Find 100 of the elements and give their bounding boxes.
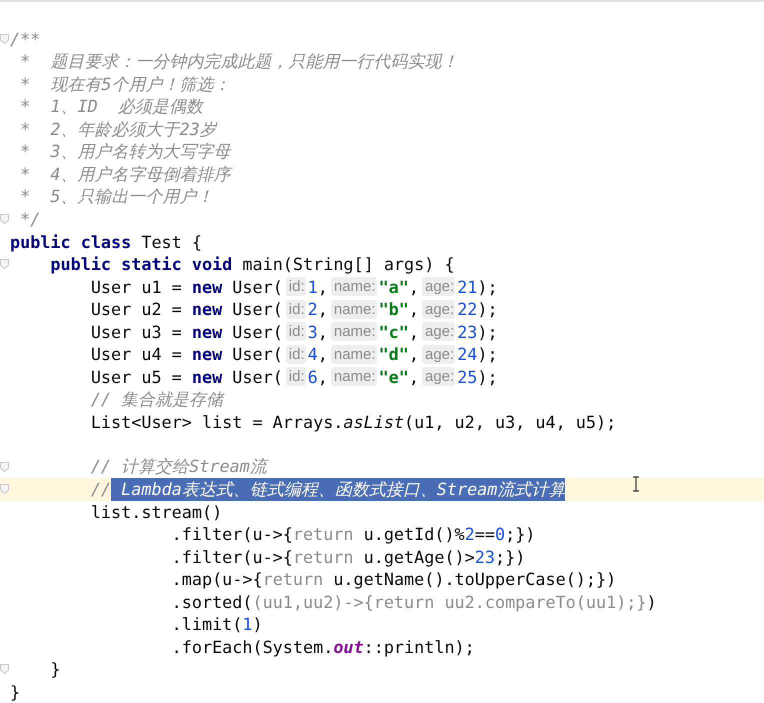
code-text: , <box>318 299 328 320</box>
method-name: asList <box>343 412 404 432</box>
fold-marker-icon[interactable] <box>0 34 9 44</box>
code-text: ;}) <box>494 546 526 567</box>
code-comment: */ <box>19 209 40 230</box>
number-literal: 3 <box>308 322 318 342</box>
code-text: User( <box>231 344 283 364</box>
number-literal: 2 <box>464 524 475 544</box>
code-text: User u1 = <box>90 276 183 297</box>
code-text: ); <box>477 299 498 320</box>
code-text: u.getName().toUpperCase();}) <box>332 569 616 590</box>
code-comment: // 计算交给Stream流 <box>90 455 267 478</box>
code-text: .filter(u->{ <box>170 546 293 567</box>
code-comment: * 5、只输出一个用户！ <box>19 185 214 208</box>
code-text: list.stream() <box>90 502 222 522</box>
code-text: } <box>10 682 20 702</box>
parameter-hint: age: <box>422 344 456 364</box>
code-text: Test { <box>140 232 202 252</box>
fold-marker-icon[interactable] <box>0 259 9 270</box>
code-comment: * 2、年龄必须大于23岁 <box>19 118 217 141</box>
number-literal: 2 <box>308 299 318 320</box>
keyword: public static void <box>49 254 232 274</box>
field-name: out <box>333 636 364 657</box>
fold-marker-icon[interactable] <box>0 214 9 224</box>
code-text: ) <box>252 614 263 634</box>
parameter-hint: id: <box>286 367 306 386</box>
keyword: public class <box>10 232 132 252</box>
parameter-hint: name: <box>330 300 377 319</box>
parameter-hint: age: <box>422 300 456 319</box>
keyword: new <box>192 366 222 387</box>
string-literal: "a" <box>378 276 409 297</box>
number-literal: 4 <box>308 344 318 364</box>
number-literal: 24 <box>457 344 478 364</box>
code-text: u.getId()% <box>362 524 465 544</box>
code-text: User( <box>231 366 283 387</box>
number-literal: 1 <box>308 276 318 297</box>
parameter-hint: id: <box>286 277 306 296</box>
keyword: new <box>192 322 222 342</box>
code-text: == <box>474 524 495 544</box>
code-text: User( <box>231 276 283 297</box>
number-literal: 21 <box>457 276 478 297</box>
code-text: User u5 = <box>90 366 183 387</box>
code-comment: /** <box>10 29 40 50</box>
code-text: return <box>292 546 354 567</box>
code-text: .map(u->{ <box>170 569 263 590</box>
parameter-hint: id: <box>286 300 306 319</box>
code-text: , <box>408 322 419 342</box>
keyword: new <box>192 299 222 320</box>
code-comment: // <box>90 479 112 500</box>
code-text: , <box>408 276 419 297</box>
parameter-hint: id: <box>286 322 306 342</box>
code-text: (u1, u2, u3, u4, u5); <box>404 412 616 432</box>
parameter-hint: name: <box>330 344 377 364</box>
keyword: new <box>192 344 222 364</box>
code-comment: * 现在有5个用户！筛选： <box>19 72 231 96</box>
code-text: , <box>408 299 419 320</box>
code-comment: * 1、ID 必须是偶数 <box>19 95 203 118</box>
fold-marker-icon[interactable] <box>0 484 9 494</box>
code-text: , <box>318 366 328 387</box>
code-text: .sorted( <box>170 592 252 612</box>
code-text: .forEach(System. <box>170 636 334 657</box>
text-cursor-icon <box>632 476 640 492</box>
code-comment: * 题目要求：一分钟内完成此题，只能用一行代码实现！ <box>19 50 458 74</box>
number-literal: 23 <box>474 546 495 567</box>
code-text: ); <box>477 344 498 364</box>
code-text: (uu1,uu2)->{return uu2.compareTo(uu1);} <box>252 592 647 612</box>
parameter-hint: name: <box>330 277 377 296</box>
fold-marker-icon[interactable] <box>0 462 9 472</box>
fold-marker-icon[interactable] <box>0 664 9 674</box>
code-text: u.getAge()> <box>362 546 475 567</box>
code-text: User( <box>231 322 283 342</box>
parameter-hint: age: <box>422 367 456 386</box>
code-text: return <box>262 569 324 590</box>
code-text: return <box>292 524 354 544</box>
code-text: main(String[] args) { <box>241 254 455 274</box>
code-text: , <box>408 344 419 364</box>
code-text: .filter(u->{ <box>170 524 293 544</box>
parameter-hint: age: <box>422 322 456 342</box>
string-literal: "e" <box>378 366 409 387</box>
parameter-hint: name: <box>330 322 377 342</box>
number-literal: 22 <box>457 299 478 320</box>
number-literal: 1 <box>242 614 252 634</box>
code-text: ); <box>477 322 498 342</box>
code-comment: // 集合就是存储 <box>90 388 224 411</box>
parameter-hint: id: <box>286 344 306 364</box>
code-text: User( <box>231 299 283 320</box>
code-text: ;}) <box>505 524 536 544</box>
keyword: new <box>192 276 222 297</box>
number-literal: 0 <box>494 524 506 544</box>
code-text: ) <box>646 592 657 612</box>
code-text: ); <box>477 276 498 297</box>
code-text: ); <box>477 366 498 387</box>
number-literal: 6 <box>308 366 318 387</box>
code-text: , <box>318 344 328 364</box>
code-comment: * 4、用户名字母倒着排序 <box>19 162 231 186</box>
parameter-hint: age: <box>422 277 456 296</box>
code-text: ::println); <box>364 636 475 657</box>
code-text: , <box>318 276 328 297</box>
number-literal: 23 <box>457 322 478 342</box>
string-literal: "b" <box>378 299 409 320</box>
